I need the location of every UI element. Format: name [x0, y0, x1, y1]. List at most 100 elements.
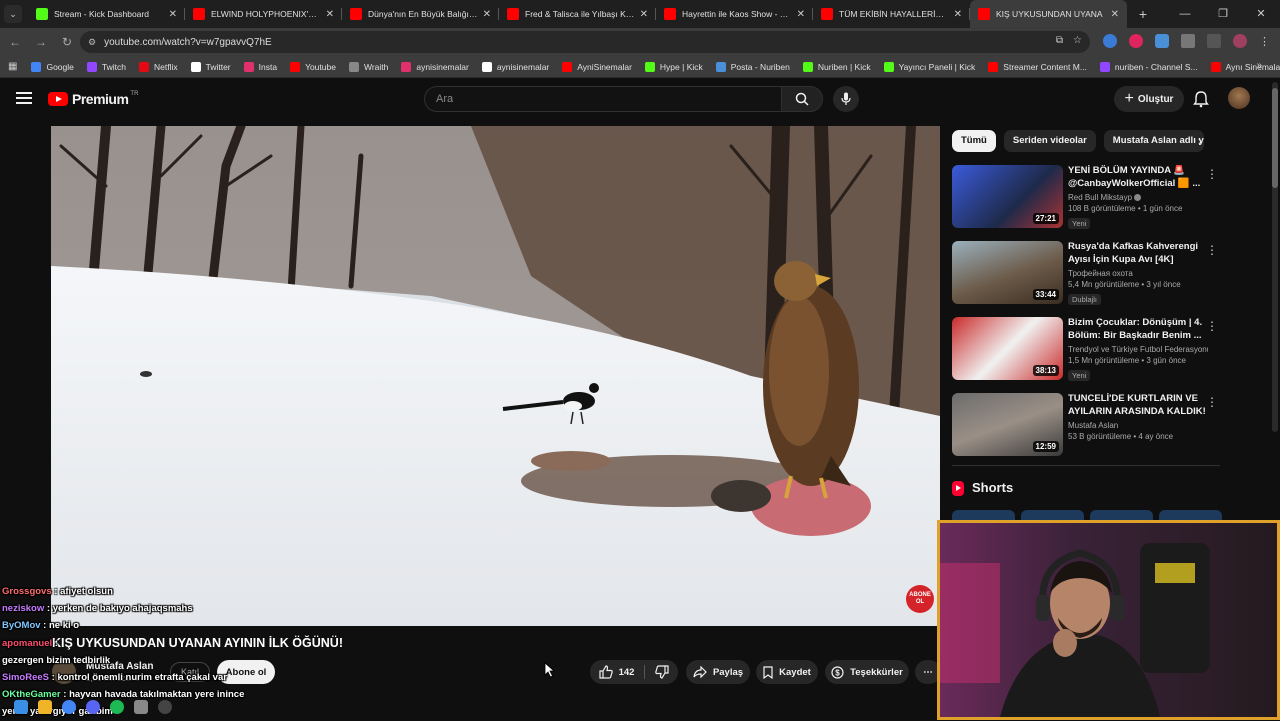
video-title[interactable]: YENİ BÖLÜM YAYINDA 🚨 @CanbayWolkerOffici… [1068, 165, 1208, 190]
video-title[interactable]: Rusya'da Kafkas Kahverengi Ayısı İçin Ku… [1068, 241, 1208, 266]
chrome-icon[interactable] [62, 700, 76, 714]
tab-close-icon[interactable]: ✕ [797, 9, 805, 20]
browser-tab[interactable]: Stream - Kick Dashboard ✕ [28, 0, 185, 28]
more-vert-icon[interactable]: ⋮ [1206, 243, 1218, 257]
bookmark-item[interactable]: Yayıncı Paneli | Kick [883, 61, 975, 72]
bookmark-item[interactable]: Netflix [138, 61, 178, 72]
bookmark-item[interactable]: Insta [243, 61, 277, 72]
tab-close-icon[interactable]: ✕ [640, 9, 648, 20]
obs-icon[interactable] [158, 700, 172, 714]
account-avatar[interactable] [1228, 87, 1250, 109]
back-icon[interactable]: ← [4, 35, 26, 49]
share-button[interactable]: Paylaş [686, 660, 750, 684]
bookmark-item[interactable]: aynisinemalar [481, 61, 549, 72]
forward-icon[interactable]: → [30, 35, 52, 49]
apps-grid-icon[interactable]: ▦ [8, 61, 17, 72]
video-thumbnail[interactable]: 33:44 [952, 241, 1063, 304]
notifications-bell-icon[interactable] [1192, 90, 1210, 108]
windows-start-icon[interactable] [14, 700, 28, 714]
tab-close-icon[interactable]: ✕ [954, 9, 962, 20]
like-icon[interactable] [598, 665, 613, 679]
chat-username[interactable]: neziskow [2, 603, 44, 614]
filter-chip[interactable]: Tümü [952, 130, 996, 152]
more-vert-icon[interactable]: ⋮ [1206, 167, 1218, 181]
search-button[interactable] [781, 86, 823, 112]
spotify-icon[interactable] [110, 700, 124, 714]
shield-icon[interactable] [1155, 34, 1169, 48]
chat-username[interactable]: ByOMov [2, 620, 41, 631]
browser-tab[interactable]: ELWIND HOLYPHOENIX'E TEK A ✕ [185, 0, 342, 28]
browser-tab[interactable]: KIŞ UYKUSUNDAN UYANA ✕ [970, 0, 1127, 28]
bookmark-item[interactable]: Google [31, 61, 74, 72]
media-icon[interactable] [1207, 34, 1221, 48]
bookmark-item[interactable]: Twitter [190, 61, 231, 72]
file-explorer-icon[interactable] [38, 700, 52, 714]
tab-close-icon[interactable]: ✕ [169, 9, 177, 20]
video-thumbnail[interactable]: 12:59 [952, 393, 1063, 456]
video-thumbnail[interactable]: 27:21 [952, 165, 1063, 228]
maximize-button[interactable]: ❐ [1204, 0, 1242, 28]
bookmark-item[interactable]: nuriben - Channel S... [1099, 61, 1198, 72]
tab-close-icon[interactable]: ✕ [483, 9, 491, 20]
page-scrollbar[interactable] [1272, 82, 1278, 432]
bookmark-item[interactable]: Twitch [86, 61, 126, 72]
recommended-video[interactable]: 38:13 Bizim Çocuklar: Dönüşüm | 4. Bölüm:… [952, 317, 1222, 391]
menu-icon[interactable] [16, 92, 32, 104]
reload-icon[interactable]: ↻ [56, 35, 78, 49]
puzzle-icon[interactable] [1181, 34, 1195, 48]
extension-icon[interactable] [1129, 34, 1143, 48]
recommended-video[interactable]: 12:59 TUNCELİ'DE KURTLARIN VE AYILARIN AR… [952, 393, 1222, 467]
minimize-button[interactable]: — [1166, 0, 1204, 28]
bookmark-item[interactable]: Youtube [290, 61, 336, 72]
channel-name[interactable]: Red Bull Mikstayp [1068, 193, 1208, 202]
filter-chip[interactable]: Seriden videolar [1003, 130, 1096, 152]
more-vert-icon[interactable]: ⋮ [1206, 319, 1218, 333]
voice-search-button[interactable] [833, 86, 859, 112]
chat-username[interactable]: SimoReeS [2, 672, 49, 683]
browser-tab[interactable]: Hayrettin ile Kaos Show - 2.Sez ✕ [656, 0, 813, 28]
thanks-button[interactable]: $ Teşekkürler [825, 660, 909, 684]
discord-icon[interactable] [86, 700, 100, 714]
close-window-button[interactable]: ✕ [1242, 0, 1280, 28]
recommended-video[interactable]: 27:21 YENİ BÖLÜM YAYINDA 🚨 @CanbayWolkerO… [952, 165, 1222, 239]
channel-name[interactable]: Trendyol ve Türkiye Futbol Federasyonu [1068, 345, 1208, 354]
bookmark-item[interactable]: Posta - Nuriben [715, 61, 790, 72]
channel-name[interactable]: Трофейная охота [1068, 269, 1208, 278]
youtube-logo[interactable]: Premium TR [48, 91, 138, 107]
menu-dots-icon[interactable]: ⋮ [1259, 35, 1270, 48]
recommended-video[interactable]: 33:44 Rusya'da Kafkas Kahverengi Ayısı İç… [952, 241, 1222, 315]
chat-username[interactable]: apomanuel [2, 638, 52, 649]
bookmark-item[interactable]: Hype | Kick [644, 61, 703, 72]
like-count[interactable]: 142 [619, 667, 635, 678]
bookmark-star-icon[interactable]: ☆ [1073, 35, 1082, 46]
chat-username[interactable]: Grossgovs [2, 586, 52, 597]
bookmark-item[interactable]: Streamer Content M... [988, 61, 1087, 72]
new-tab-button[interactable]: + [1133, 6, 1153, 22]
more-bookmarks-icon[interactable]: » [1256, 60, 1262, 71]
browser-tab[interactable]: Fred & Talisca ile Yılbaşı Kurab ✕ [499, 0, 656, 28]
create-button[interactable]: + Oluştur [1114, 86, 1184, 112]
profile-icon[interactable] [1233, 34, 1247, 48]
tab-close-icon[interactable]: ✕ [1111, 9, 1119, 20]
tab-search-button[interactable]: ⌄ [4, 5, 22, 23]
video-player[interactable] [51, 126, 940, 626]
subscribe-overlay-badge[interactable]: ABONE OL [906, 585, 934, 613]
channel-name[interactable]: Mustafa Aslan [1068, 421, 1208, 430]
install-icon[interactable]: ⧉ [1056, 35, 1063, 46]
tab-close-icon[interactable]: ✕ [326, 9, 334, 20]
browser-tab[interactable]: Dünya'nın En Büyük Balığı: Bal ✕ [342, 0, 499, 28]
browser-tab[interactable]: TÜM EKİBİN HAYALLERİNİ GER ✕ [813, 0, 970, 28]
address-bar[interactable]: ⚙ youtube.com/watch?v=w7gpavvQ7hE ⧉ ☆ [80, 31, 1090, 53]
save-button[interactable]: Kaydet [756, 660, 818, 684]
bookmark-item[interactable]: Wraith [348, 61, 388, 72]
more-vert-icon[interactable]: ⋮ [1206, 395, 1218, 409]
filter-chip[interactable]: Mustafa Aslan adlı yü [1103, 130, 1204, 152]
bookmark-item[interactable]: aynisinemalar [401, 61, 469, 72]
video-title[interactable]: Bizim Çocuklar: Dönüşüm | 4. Bölüm: Bir … [1068, 317, 1208, 342]
video-thumbnail[interactable]: 38:13 [952, 317, 1063, 380]
bookmark-item[interactable]: Aynı Sinemalar - Ça... [1210, 61, 1280, 72]
chevron-right-icon[interactable]: › [1198, 134, 1202, 148]
video-title[interactable]: TUNCELİ'DE KURTLARIN VE AYILARIN ARASIND… [1068, 393, 1208, 418]
search-input[interactable]: Ara [424, 86, 782, 112]
bookmark-item[interactable]: AyniSinemalar [562, 61, 632, 72]
